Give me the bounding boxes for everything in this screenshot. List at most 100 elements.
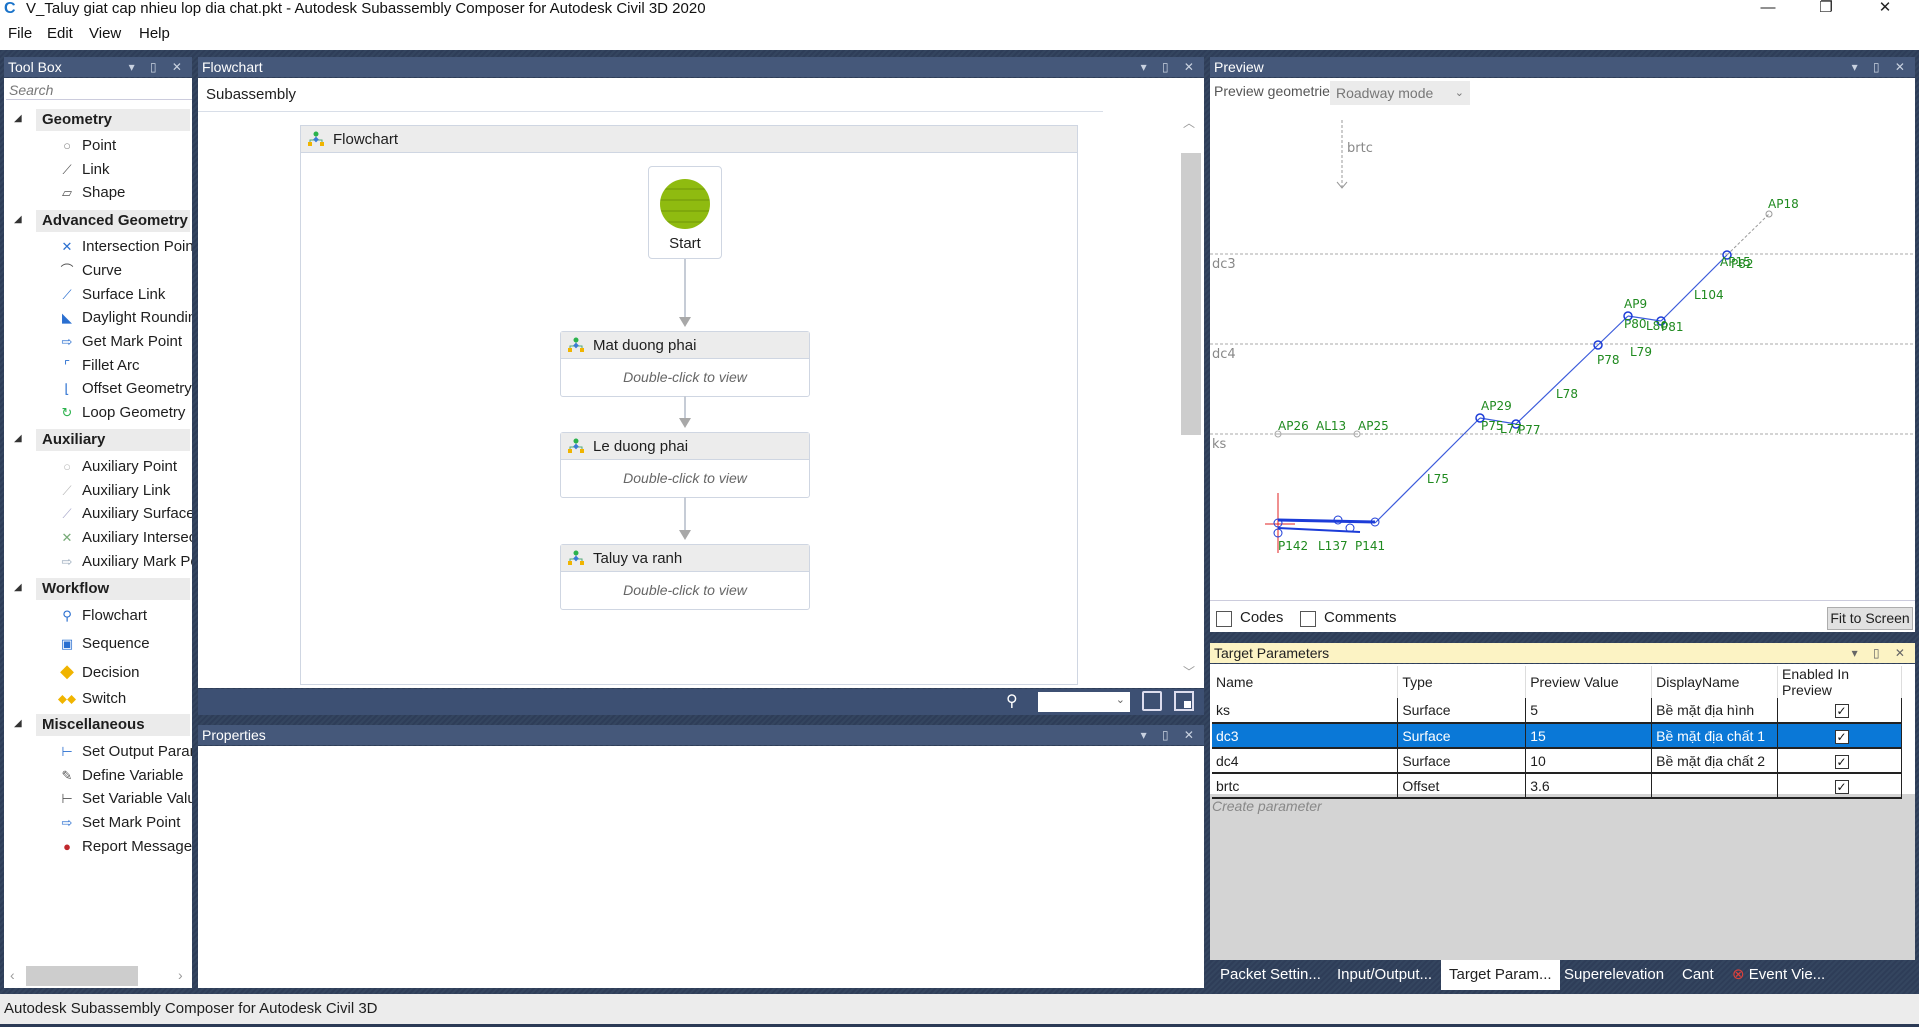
tool-shape[interactable]: ▱ Shape [56,182,192,204]
tool-auxiliary-link[interactable]: ⟋ Auxiliary Link [56,480,192,502]
tool-decision[interactable]: ◆ Decision [56,660,192,682]
cell-preview-value[interactable]: 15 [1525,723,1653,749]
collapse-icon[interactable]: ◢ [14,433,22,444]
search-icon[interactable]: ⚲ [1006,691,1018,711]
codes-checkbox[interactable] [1216,611,1232,627]
comments-checkbox[interactable] [1300,611,1316,627]
tab-packet-settin[interactable]: Packet Settin... [1212,960,1329,990]
tool-point[interactable]: ○ Point [56,135,192,157]
scroll-up-icon[interactable]: ︿ [1183,114,1195,131]
close-window-button[interactable]: ✕ [1862,0,1908,20]
panel-controls[interactable]: ▾ ▯ ✕ [1141,57,1200,77]
panel-controls[interactable]: ▾ ▯ ✕ [129,57,188,77]
tool-surface-link[interactable]: ⟋ Surface Link [56,284,192,306]
tool-link[interactable]: ⟋ Link [56,159,192,181]
breadcrumb[interactable]: Subassembly [206,86,296,103]
column-header-enabled[interactable]: Enabled In Preview [1777,666,1902,698]
parameter-row[interactable]: dc4 Surface 10 Bề mặt địa chất 2 ✓ [1212,748,1902,774]
tool-curve[interactable]: ⌒ Curve [56,260,192,282]
enabled-checkbox[interactable]: ✓ [1834,779,1849,794]
mode-select[interactable]: Roadway mode ⌄ [1330,81,1470,105]
column-header-preview-value[interactable]: Preview Value [1525,666,1653,698]
tool-define-variable[interactable]: ✎ Define Variable [56,765,192,787]
cell-name[interactable]: dc3 [1212,723,1399,749]
category-auxiliary[interactable]: ◢ Auxiliary [4,429,190,451]
tool-fillet-arc[interactable]: ⌜ Fillet Arc [56,355,192,377]
cell-name[interactable]: ks [1212,698,1399,724]
tool-auxiliary-surface[interactable]: ⟋ Auxiliary Surface [56,503,192,525]
tool-loop-geometry[interactable]: ↻ Loop Geometry [56,402,192,424]
restore-button[interactable]: ❐ [1803,0,1849,20]
flowchart-container-header[interactable]: Flowchart [301,126,1077,153]
flowchart-node[interactable]: Le duong phai Double-click to view [560,432,810,498]
minimize-button[interactable]: — [1745,0,1791,20]
column-header-type[interactable]: Type [1397,666,1527,698]
panel-controls[interactable]: ▾ ▯ ✕ [1852,57,1911,77]
zoom-select[interactable]: ⌄ [1038,692,1130,712]
tab-input-output[interactable]: Input/Output... [1329,960,1440,990]
fit-view-icon[interactable] [1142,691,1162,711]
toolbox-search-input[interactable]: Search [6,80,192,100]
collapse-icon[interactable]: ◢ [14,214,22,225]
menu-edit[interactable]: Edit [47,25,73,42]
enabled-checkbox[interactable]: ✓ [1834,729,1849,744]
category-miscellaneous[interactable]: ◢ Miscellaneous [4,714,190,736]
menu-view[interactable]: View [89,25,121,42]
cell-type[interactable]: Surface [1397,698,1527,724]
parameter-row[interactable]: ks Surface 5 Bề mặt địa hình ✓ [1212,698,1902,724]
fit-to-screen-button[interactable]: Fit to Screen [1827,607,1913,630]
collapse-icon[interactable]: ◢ [14,582,22,593]
tab-event-vie[interactable]: ⊗ Event Vie... [1724,960,1833,990]
cell-name[interactable]: dc4 [1212,748,1399,774]
cell-display-name[interactable]: Bề mặt địa chất 1 [1651,723,1779,749]
flowchart-node[interactable]: Mat duong phai Double-click to view [560,331,810,397]
cell-display-name[interactable] [1651,773,1779,799]
cell-enabled[interactable]: ✓ [1777,723,1902,749]
category-workflow[interactable]: ◢ Workflow [4,578,190,600]
column-header-display-name[interactable]: DisplayName [1651,666,1779,698]
tool-set-mark-point[interactable]: ⇨ Set Mark Point [56,812,192,834]
tool-set-variable-value[interactable]: ⊢ Set Variable Value [56,788,192,810]
enabled-checkbox[interactable]: ✓ [1834,754,1849,769]
category-advanced-geometry[interactable]: ◢ Advanced Geometry [4,210,190,232]
menu-help[interactable]: Help [139,25,170,42]
scroll-down-icon[interactable]: ﹀ [1183,663,1195,680]
cell-preview-value[interactable]: 10 [1525,748,1653,774]
tool-set-output-parameter[interactable]: ⊢Set Output Parameter [56,741,192,763]
tool-auxiliary-mark-point[interactable]: ⇨Auxiliary Mark Point [56,551,192,573]
tool-sequence[interactable]: ▣ Sequence [56,633,192,655]
flowchart-node[interactable]: Taluy va ranh Double-click to view [560,544,810,610]
toolbox-hscrollbar[interactable]: ‹ › [6,966,190,986]
collapse-icon[interactable]: ◢ [14,718,22,729]
cell-display-name[interactable]: Bề mặt địa chất 2 [1651,748,1779,774]
start-node[interactable]: Start [648,166,722,259]
menu-file[interactable]: File [8,25,32,42]
cell-preview-value[interactable]: 3.6 [1525,773,1653,799]
tool-auxiliary-intersection[interactable]: ✕Auxiliary Intersection [56,527,192,549]
overview-icon[interactable] [1174,691,1194,711]
cell-name[interactable]: brtc [1212,773,1399,799]
tab-target-param[interactable]: Target Param... [1441,960,1560,990]
tool-auxiliary-point[interactable]: ○ Auxiliary Point [56,456,192,478]
flowchart-vscroll-thumb[interactable] [1181,153,1201,435]
tool-daylight-rounding[interactable]: ◣Daylight Rounding [56,307,192,329]
tool-get-mark-point[interactable]: ⇨ Get Mark Point [56,331,192,353]
scroll-thumb[interactable] [26,966,138,986]
collapse-icon[interactable]: ◢ [14,113,22,124]
cell-preview-value[interactable]: 5 [1525,698,1653,724]
tool-report-message[interactable]: ● Report Message [56,836,192,858]
parameter-row[interactable]: dc3 Surface 15 Bề mặt địa chất 1 ✓ [1212,723,1902,749]
cell-type[interactable]: Surface [1397,748,1527,774]
parameter-row[interactable]: brtc Offset 3.6 ✓ [1212,773,1902,799]
tool-flowchart[interactable]: ⚲ Flowchart [56,605,192,627]
tool-switch[interactable]: ⬥⬥ Switch [56,688,192,710]
panel-controls[interactable]: ▾ ▯ ✕ [1141,725,1200,745]
category-geometry[interactable]: ◢ Geometry [4,109,190,131]
tab-superelevation[interactable]: Superelevation [1556,960,1672,990]
panel-controls[interactable]: ▾ ▯ ✕ [1852,643,1911,663]
tool-intersection-point[interactable]: ✕ Intersection Point [56,236,192,258]
scroll-left-icon[interactable]: ‹ [10,967,15,983]
cell-enabled[interactable]: ✓ [1777,773,1902,799]
create-parameter-input[interactable]: Create parameter [1212,798,1322,814]
tool-offset-geometry[interactable]: ⌊ Offset Geometry [56,378,192,400]
